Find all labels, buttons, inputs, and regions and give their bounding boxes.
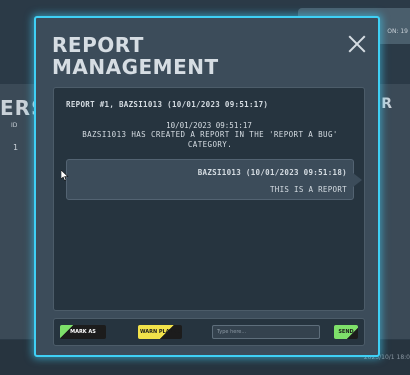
warn-player-button[interactable]: WARN PLAYER bbox=[138, 325, 182, 339]
background-right-title: R bbox=[381, 96, 392, 112]
message-author: BAZSI1013 (10/01/2023 09:51:18) bbox=[197, 168, 347, 177]
warn-player-label: WARN PLAYER bbox=[139, 329, 181, 335]
close-icon[interactable] bbox=[348, 35, 366, 53]
report-header: REPORT #1, BAZSI1013 (10/01/2023 09:51:1… bbox=[66, 100, 269, 109]
background-row-id: 1 bbox=[13, 143, 19, 152]
modal-title: REPORT MANAGEMENT bbox=[52, 33, 219, 79]
send-button[interactable]: SEND >> bbox=[334, 325, 358, 339]
cursor-icon bbox=[61, 170, 69, 181]
reply-input[interactable] bbox=[212, 325, 320, 339]
report-panel: REPORT #1, BAZSI1013 (10/01/2023 09:51:1… bbox=[53, 87, 365, 311]
background-chip-text: ON: 19 bbox=[387, 28, 408, 35]
message-tail bbox=[353, 173, 362, 187]
report-description: BAZSI1013 HAS CREATED A REPORT IN THE 'R… bbox=[82, 130, 338, 149]
report-management-modal: REPORT MANAGEMENT REPORT #1, BAZSI1013 (… bbox=[34, 16, 380, 357]
background-column-header: ID bbox=[11, 122, 18, 129]
action-bar: MARK AS SOLVED WARN PLAYER SEND >> bbox=[53, 318, 365, 346]
message-bubble: BAZSI1013 (10/01/2023 09:51:18) THIS IS … bbox=[66, 159, 362, 200]
background-left-panel bbox=[0, 84, 36, 339]
message-text: THIS IS A REPORT bbox=[269, 185, 347, 194]
mark-as-solved-button[interactable]: MARK AS SOLVED bbox=[60, 325, 106, 339]
report-timestamp: 10/01/2023 09:51:17 bbox=[166, 121, 252, 130]
